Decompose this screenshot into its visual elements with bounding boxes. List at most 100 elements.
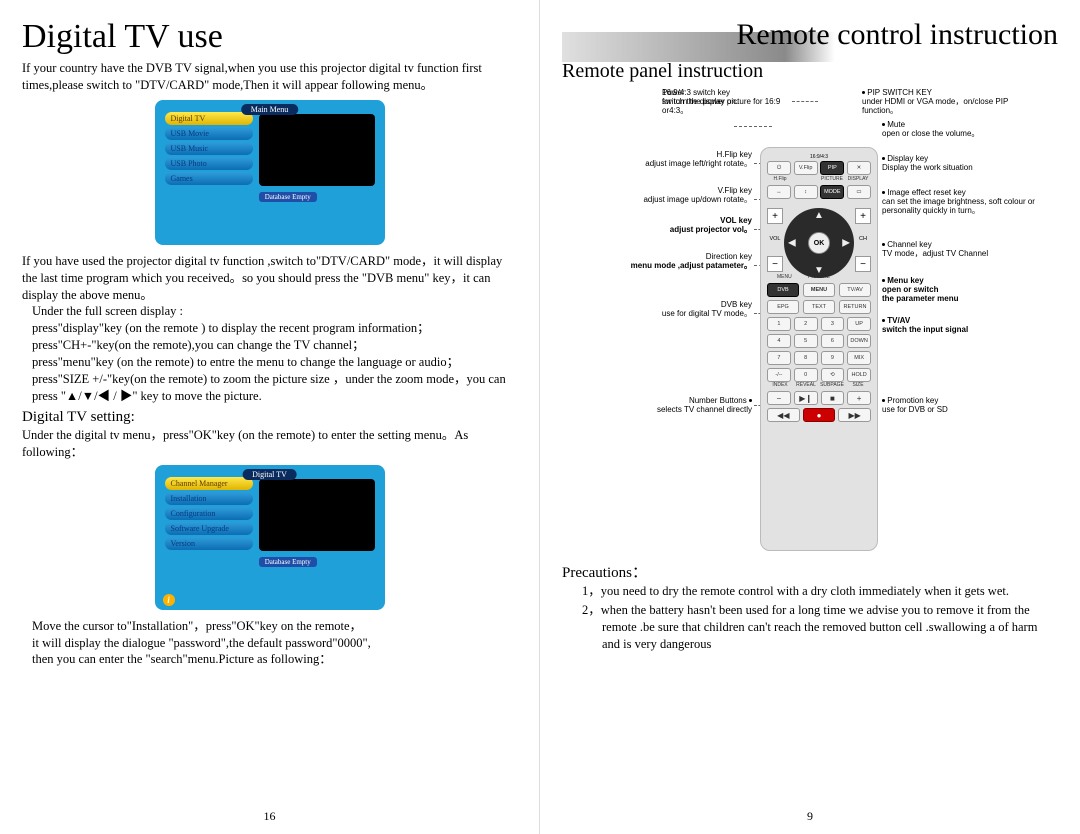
- arrow-up-icon[interactable]: ▲: [814, 210, 824, 221]
- num-7-button[interactable]: 7: [767, 351, 791, 365]
- power-button[interactable]: ⏻: [767, 161, 791, 175]
- label-mute: Muteopen or close the volume。: [882, 121, 1042, 139]
- digital-tv-figure: Digital TV Channel Manager Installation …: [155, 465, 385, 610]
- vflip2-button[interactable]: ↕: [794, 185, 818, 199]
- page-9: Remote control instruction Remote panel …: [540, 0, 1080, 834]
- rewind-button[interactable]: ◀◀: [767, 408, 800, 422]
- label-pip: PIP SWITCH KEYunder HDMI or VGA mode，on/…: [862, 89, 1032, 115]
- menu2-item: Version: [165, 537, 253, 550]
- main-menu-figure: Main Menu Digital TV USB Movie USB Music…: [155, 100, 385, 245]
- hold-button[interactable]: HOLD: [847, 368, 871, 382]
- page-16: Digital TV use If your country have the …: [0, 0, 540, 834]
- db-empty-badge: Database Empty: [259, 557, 317, 567]
- vol-down-button[interactable]: −: [767, 256, 783, 272]
- vflip-button[interactable]: V.Flip: [794, 161, 818, 175]
- menu2-item: Installation: [165, 492, 253, 505]
- subpage-sublabel: SUBPAGE: [819, 382, 845, 388]
- stop-button[interactable]: ■: [821, 391, 845, 405]
- press-ch: press"CH+-"key(on the remote),you can ch…: [32, 337, 517, 354]
- epg-button[interactable]: EPG: [767, 300, 799, 314]
- dash-button[interactable]: -/--: [767, 368, 791, 382]
- menu-preview: [259, 479, 375, 551]
- vol-label: VOL: [769, 236, 780, 242]
- num-2-button[interactable]: 2: [794, 317, 818, 331]
- mute-button[interactable]: ✕: [847, 161, 871, 175]
- num-8-button[interactable]: 8: [794, 351, 818, 365]
- under-full-screen: Under the full screen display :: [32, 303, 517, 320]
- arrow-right-icon[interactable]: ▶: [842, 238, 850, 249]
- page-number: 16: [264, 809, 276, 824]
- intro-text: If your country have the DVB TV signal,w…: [22, 60, 517, 94]
- move-cursor: Move the cursor to"Installation"，press"O…: [32, 618, 517, 635]
- play-pause-button[interactable]: ▶❙: [794, 391, 818, 405]
- direction-pad[interactable]: ▲ ▼ ◀ ▶ OK: [784, 208, 854, 278]
- label-hflip: H.Flip keyadjust image left/right rotate…: [602, 151, 752, 169]
- label-vflip: V.Flip keyadjust image up/down rotate。: [602, 187, 752, 205]
- num-4-button[interactable]: 4: [767, 334, 791, 348]
- right-title-bar: Remote control instruction: [562, 20, 1058, 50]
- size-plus-button[interactable]: +: [847, 391, 871, 405]
- num-0-button[interactable]: 0: [794, 368, 818, 382]
- display-sublabel: DISPLAY: [845, 176, 871, 182]
- return-button[interactable]: RETURN: [839, 300, 871, 314]
- remote-diagram: 16:9/4:3 switch keyswitch the display pi…: [562, 89, 1062, 559]
- ch-down-button[interactable]: −: [855, 256, 871, 272]
- page-number: 9: [807, 809, 813, 824]
- menu2-header: Digital TV: [242, 469, 297, 480]
- precautions-list: 1，you need to dry the remote control wit…: [562, 583, 1058, 653]
- num-9-button[interactable]: 9: [821, 351, 845, 365]
- mix-button[interactable]: MIX: [847, 351, 871, 365]
- label-power: Powerfor turn the power on.: [662, 89, 752, 107]
- ok-button[interactable]: OK: [808, 232, 830, 254]
- hflip-button[interactable]: ↔: [767, 185, 791, 199]
- press-size: press"SIZE +/-"key(on the remote) to zoo…: [32, 371, 517, 405]
- hflip-sublabel: H.Flip: [767, 176, 793, 182]
- display-button[interactable]: ▭: [847, 185, 871, 199]
- tvav-button[interactable]: TV/AV: [839, 283, 871, 297]
- db-empty-badge: Database Empty: [259, 192, 317, 202]
- label-dvb: DVB keyuse for digital TV mode。: [632, 301, 752, 319]
- para-used: If you have used the projector digital t…: [22, 253, 517, 304]
- menu1-header: Main Menu: [241, 104, 299, 115]
- ch-label: CH: [859, 236, 867, 242]
- label-image: Image effect reset keycan set the image …: [882, 189, 1052, 215]
- arrow-left-icon[interactable]: ◀: [788, 238, 796, 249]
- menu-sublabel: MENU: [767, 274, 802, 280]
- forward-button[interactable]: ▶▶: [838, 408, 871, 422]
- recall-button[interactable]: ⟲: [821, 368, 845, 382]
- ch-up-button[interactable]: +: [855, 208, 871, 224]
- arrow-down-icon[interactable]: ▼: [814, 265, 824, 276]
- mode-button[interactable]: MODE: [820, 185, 844, 199]
- down-button[interactable]: DOWN: [847, 334, 871, 348]
- vol-up-button[interactable]: +: [767, 208, 783, 224]
- reveal-sublabel: REVEAL: [793, 382, 819, 388]
- size-sublabel: SIZE: [845, 382, 871, 388]
- record-button[interactable]: ●: [803, 408, 836, 422]
- instruction-list: Under the full screen display : press"di…: [22, 303, 517, 404]
- menu2-item: Configuration: [165, 507, 253, 520]
- menu-button[interactable]: MENU: [803, 283, 835, 297]
- info-icon: i: [163, 594, 175, 606]
- precautions-heading: Precautions：: [562, 563, 1058, 583]
- up-button[interactable]: UP: [847, 317, 871, 331]
- remote-control-instruction-title: Remote control instruction: [562, 20, 1058, 50]
- remote-body: 16:9/4:3 ⏻ V.Flip PIP ✕ H.Flip PICTURE D…: [760, 147, 878, 551]
- label-display: Display keyDisplay the work situation: [882, 155, 1042, 173]
- text-button[interactable]: TEXT: [803, 300, 835, 314]
- menu2-item: Software Upgrade: [165, 522, 253, 535]
- num-5-button[interactable]: 5: [794, 334, 818, 348]
- menu1-item: Digital TV: [165, 112, 253, 125]
- size-minus-button[interactable]: −: [767, 391, 791, 405]
- pip-button[interactable]: PIP: [820, 161, 844, 175]
- num-6-button[interactable]: 6: [821, 334, 845, 348]
- num-1-button[interactable]: 1: [767, 317, 791, 331]
- setting-intro: Under the digital tv menu，press"OK"key (…: [22, 427, 517, 461]
- picture-sublabel: PICTURE: [819, 176, 845, 182]
- digital-tv-title: Digital TV use: [22, 20, 517, 54]
- press-menu: press"menu"key (on the remote) to entre …: [32, 354, 517, 371]
- num-3-button[interactable]: 3: [821, 317, 845, 331]
- precaution-1: 1，you need to dry the remote control wit…: [602, 583, 1058, 600]
- dvb-button[interactable]: DVB: [767, 283, 799, 297]
- dialogue-password: it will display the dialogue "password",…: [32, 635, 517, 652]
- enter-search: then you can enter the "search"menu.Pict…: [32, 651, 517, 668]
